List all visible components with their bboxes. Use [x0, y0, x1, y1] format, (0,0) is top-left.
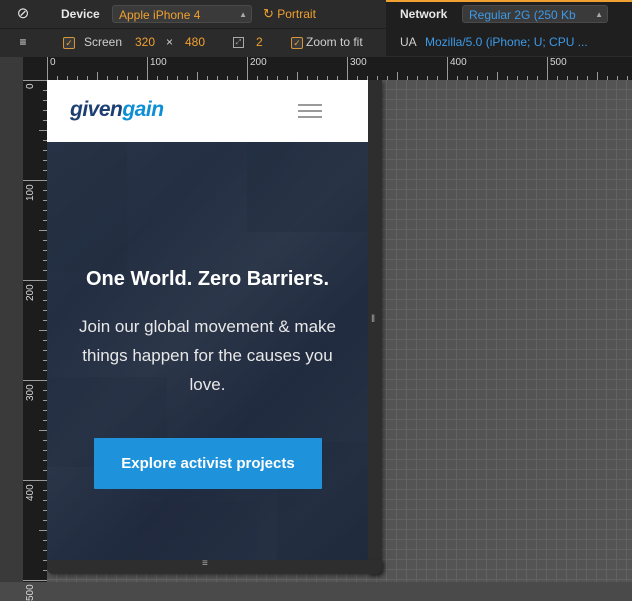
hero-photo-tile [247, 142, 368, 232]
ruler-tick [39, 130, 47, 131]
network-select[interactable]: Regular 2G (250 Kb ▲ [462, 5, 608, 23]
screen-label: Screen [84, 35, 123, 49]
ua-input[interactable]: Mozilla/5.0 (iPhone; U; CPU ... [425, 28, 588, 56]
ruler-label: 200 [250, 57, 267, 68]
ruler-tick [147, 57, 148, 80]
device-select[interactable]: Apple iPhone 4 ▲ [112, 5, 252, 23]
hero-subtitle: Join our global movement & make things h… [78, 317, 337, 394]
orientation-label: Portrait [277, 7, 316, 21]
ruler-tick [23, 380, 47, 381]
ruler-label: 100 [25, 184, 36, 201]
zoom-to-fit-label: Zoom to fit [306, 35, 363, 49]
ruler-tick [39, 430, 47, 431]
logo-part-given: given [70, 98, 123, 121]
ruler-tick [23, 180, 47, 181]
site-header: givengain [47, 80, 368, 142]
screen-height-input[interactable]: 480 [185, 28, 205, 56]
ruler-label: 400 [25, 484, 36, 501]
ruler-tick [397, 72, 398, 80]
horizontal-ruler: 0 100 200 300 400 500 [47, 57, 632, 80]
ruler-label: 300 [350, 57, 367, 68]
screen-checkbox[interactable]: ✓ [63, 28, 75, 56]
vertical-ruler: 0 100 200 300 400 500 [23, 80, 47, 601]
emulation-toolbar: ⊘ Device Apple iPhone 4 ▲ ↻ Portrait Net… [0, 0, 632, 57]
ruler-label: 0 [50, 57, 56, 68]
ruler-tick [247, 57, 248, 80]
ruler-tick [547, 57, 548, 80]
ruler-tick [347, 57, 348, 80]
ruler-label: 100 [150, 57, 167, 68]
zoom-to-fit-checkbox[interactable]: ✓ [291, 28, 303, 56]
network-label: Network [400, 7, 448, 21]
logo-part-gain: gain [122, 98, 164, 121]
device-resize-handle-bottom[interactable]: ≡ [47, 558, 382, 574]
ruler-tick [39, 230, 47, 231]
givengain-logo[interactable]: givengain [70, 98, 164, 122]
resize-grip-icon: ‖ [371, 314, 376, 325]
ruler-label: 0 [25, 83, 36, 89]
ruler-tick [47, 57, 48, 80]
ruler-tick [23, 480, 47, 481]
ruler-label: 300 [25, 384, 36, 401]
dimension-times: × [166, 35, 174, 49]
ruler-label: 500 [550, 57, 567, 68]
device-viewport: givengain One World. Zero Barriers. Join… [47, 80, 368, 560]
dpr-input[interactable]: 2 [256, 28, 263, 56]
screen-width-input[interactable]: 320 [135, 28, 155, 56]
ruler-label: 500 [25, 584, 36, 601]
hero-photo-tile [47, 142, 127, 272]
device-label: Device [61, 7, 100, 21]
ruler-tick [197, 72, 198, 80]
chevron-updown-icon: ▲ [595, 10, 603, 19]
hero-section: One World. Zero Barriers. Join our globa… [47, 142, 368, 560]
ruler-tick [23, 280, 47, 281]
ruler-tick [447, 57, 448, 80]
ua-label: UA [400, 35, 417, 49]
left-pane [0, 57, 23, 582]
ruler-tick [39, 530, 47, 531]
hero-photo-tile [137, 502, 257, 560]
chevron-updown-icon: ▲ [239, 10, 247, 19]
ruler-tick [597, 72, 598, 80]
ruler-tick [23, 80, 47, 81]
rotate-icon: ↻ [263, 6, 274, 21]
ruler-label: 400 [450, 57, 467, 68]
toolbar-row-device: ⊘ Device Apple iPhone 4 ▲ ↻ Portrait Net… [0, 0, 632, 29]
toolbar-row-screen: ≡ ✓ Screen 320 × 480 ⤢ 2 ✓ Zoom to fit U… [0, 28, 632, 56]
explore-projects-button[interactable]: Explore activist projects [94, 438, 322, 489]
ruler-tick [497, 72, 498, 80]
ruler-tick [297, 72, 298, 80]
ruler-tick [23, 580, 47, 581]
ruler-tick [97, 72, 98, 80]
device-resize-handle-right[interactable]: ‖ [368, 80, 382, 574]
ruler-tick [39, 330, 47, 331]
device-pixel-ratio-icon: ⤢ [233, 28, 244, 56]
rotate-button[interactable]: ↻ Portrait [263, 0, 316, 28]
hamburger-menu-icon[interactable] [298, 103, 322, 119]
no-entry-icon[interactable]: ⊘ [0, 0, 46, 28]
drawer-toggle-icon[interactable]: ≡ [0, 28, 46, 56]
ruler-label: 200 [25, 284, 36, 301]
device-select-value: Apple iPhone 4 [119, 8, 201, 22]
network-select-value: Regular 2G (250 Kb [469, 8, 576, 22]
hero-title: One World. Zero Barriers. [85, 268, 330, 290]
ruler-corner [23, 57, 47, 80]
